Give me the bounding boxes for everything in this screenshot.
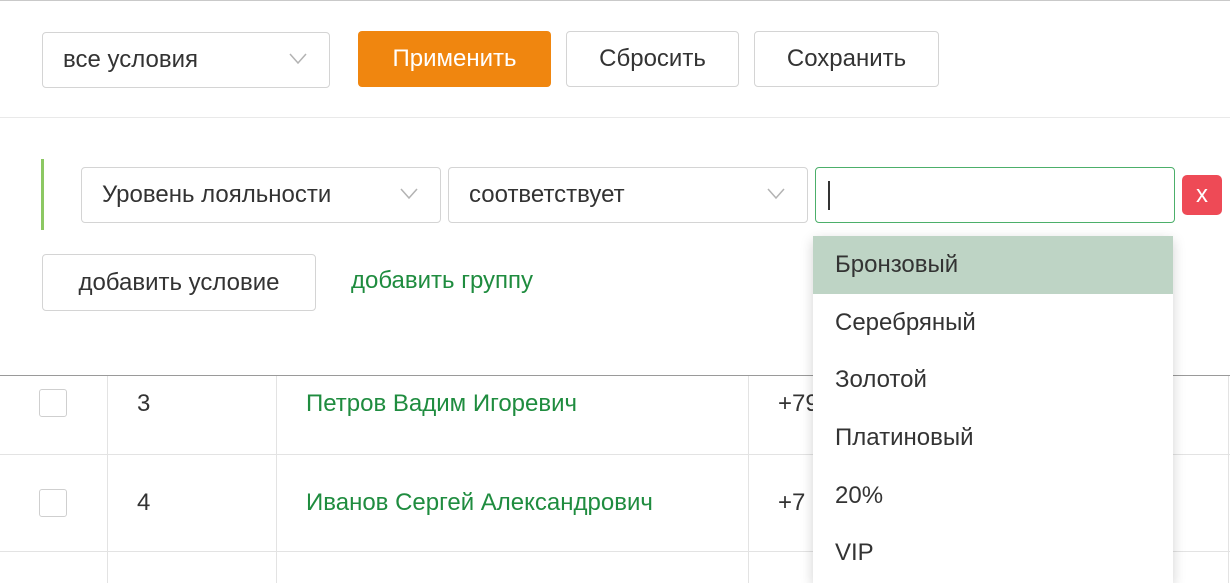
row-number: 4 bbox=[137, 489, 151, 516]
phone-cell: +7 bbox=[778, 489, 806, 516]
row-number: 3 bbox=[137, 390, 151, 417]
chevron-down-icon bbox=[289, 53, 307, 65]
add-group-link[interactable]: добавить группу bbox=[351, 267, 533, 295]
row-checkbox[interactable] bbox=[39, 489, 67, 517]
field-select-label: Уровень лояльности bbox=[102, 181, 332, 208]
condition-mode-select[interactable]: все условия bbox=[42, 32, 330, 88]
filter-toolbar: все условия Применить Сбросить Сохранить bbox=[0, 1, 1230, 117]
option-silver[interactable]: Серебряный bbox=[813, 294, 1173, 352]
chevron-down-icon bbox=[400, 188, 418, 200]
customer-name-link[interactable]: Иванов Сергей Александрович bbox=[306, 489, 653, 517]
value-options-dropdown: Бронзовый Серебряный Золотой Платиновый … bbox=[813, 236, 1173, 583]
condition-group-bar bbox=[41, 159, 44, 230]
text-caret bbox=[828, 181, 830, 210]
option-platinum[interactable]: Платиновый bbox=[813, 409, 1173, 467]
field-select[interactable]: Уровень лояльности bbox=[81, 167, 441, 223]
apply-button[interactable]: Применить bbox=[358, 31, 551, 87]
option-20-percent[interactable]: 20% bbox=[813, 467, 1173, 525]
option-gold[interactable]: Золотой bbox=[813, 351, 1173, 409]
customer-name-link[interactable]: Петров Вадим Игоревич bbox=[306, 390, 577, 418]
save-button[interactable]: Сохранить bbox=[754, 31, 939, 87]
add-condition-button[interactable]: добавить условие bbox=[42, 254, 316, 311]
delete-condition-label: x bbox=[1196, 181, 1208, 208]
condition-mode-label: все условия bbox=[63, 46, 198, 73]
operator-select[interactable]: соответствует bbox=[448, 167, 808, 223]
option-vip[interactable]: VIP bbox=[813, 524, 1173, 582]
reset-button-label: Сбросить bbox=[599, 45, 706, 72]
reset-button[interactable]: Сбросить bbox=[566, 31, 739, 87]
option-bronze[interactable]: Бронзовый bbox=[813, 236, 1173, 294]
save-button-label: Сохранить bbox=[786, 45, 907, 72]
add-condition-label: добавить условие bbox=[78, 268, 280, 296]
apply-button-label: Применить bbox=[392, 45, 517, 72]
row-checkbox[interactable] bbox=[39, 389, 67, 417]
chevron-down-icon bbox=[767, 188, 785, 200]
delete-condition-button[interactable]: x bbox=[1182, 175, 1222, 215]
toolbar-divider bbox=[0, 117, 1230, 118]
operator-select-label: соответствует bbox=[469, 181, 625, 208]
value-input[interactable] bbox=[815, 167, 1175, 223]
